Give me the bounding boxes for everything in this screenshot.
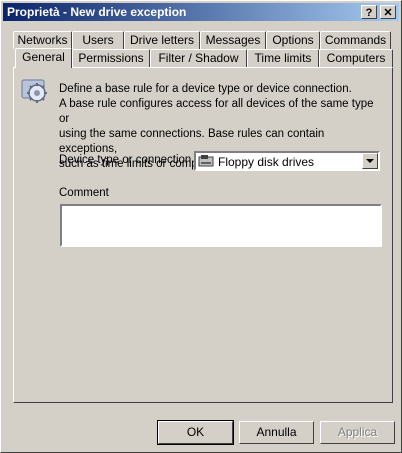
help-button[interactable]: ? — [361, 5, 377, 19]
device-type-value: Floppy disk drives — [218, 155, 315, 169]
cancel-button[interactable]: Annulla — [239, 421, 314, 444]
device-type-label: Device type or connection — [59, 154, 192, 166]
comment-label: Comment — [59, 187, 109, 199]
floppy-drive-icon — [198, 154, 214, 171]
title-bar: Proprietà - New drive exception ? ✕ — [3, 3, 399, 21]
settings-gears-icon — [20, 76, 50, 109]
dropdown-arrow-button[interactable] — [362, 153, 378, 169]
tab-general[interactable]: General — [15, 48, 72, 68]
description-line: A base rule configures access for all de… — [59, 98, 374, 125]
tab-drive-letters[interactable]: Drive letters — [124, 31, 200, 49]
properties-dialog: Proprietà - New drive exception ? ✕ Netw… — [0, 0, 402, 453]
tab-messages[interactable]: Messages — [200, 31, 266, 49]
apply-button-label: Applica — [337, 425, 378, 439]
tab-filter-shadow[interactable]: Filter / Shadow — [150, 49, 247, 67]
ok-button-label: OK — [186, 425, 205, 439]
window-title: Proprietà - New drive exception — [7, 5, 187, 19]
general-tab-panel: Define a base rule for a device type or … — [13, 67, 393, 403]
tab-networks[interactable]: Networks — [13, 31, 72, 49]
tab-computers[interactable]: Computers — [319, 49, 393, 67]
cancel-button-label: Annulla — [256, 425, 297, 439]
ok-button[interactable]: OK — [157, 420, 234, 445]
description-line: Define a base rule for a device type or … — [59, 83, 352, 95]
chevron-down-icon — [366, 159, 374, 163]
tab-time-limits[interactable]: Time limits — [247, 49, 319, 67]
device-type-dropdown[interactable]: Floppy disk drives — [194, 151, 380, 171]
tab-commands[interactable]: Commands — [320, 31, 391, 49]
tab-permissions[interactable]: Permissions — [72, 49, 150, 67]
tab-options[interactable]: Options — [266, 31, 320, 49]
tab-users[interactable]: Users — [72, 31, 124, 49]
comment-field[interactable] — [60, 204, 382, 247]
close-button[interactable]: ✕ — [380, 5, 396, 19]
apply-button[interactable]: Applica — [320, 421, 395, 444]
